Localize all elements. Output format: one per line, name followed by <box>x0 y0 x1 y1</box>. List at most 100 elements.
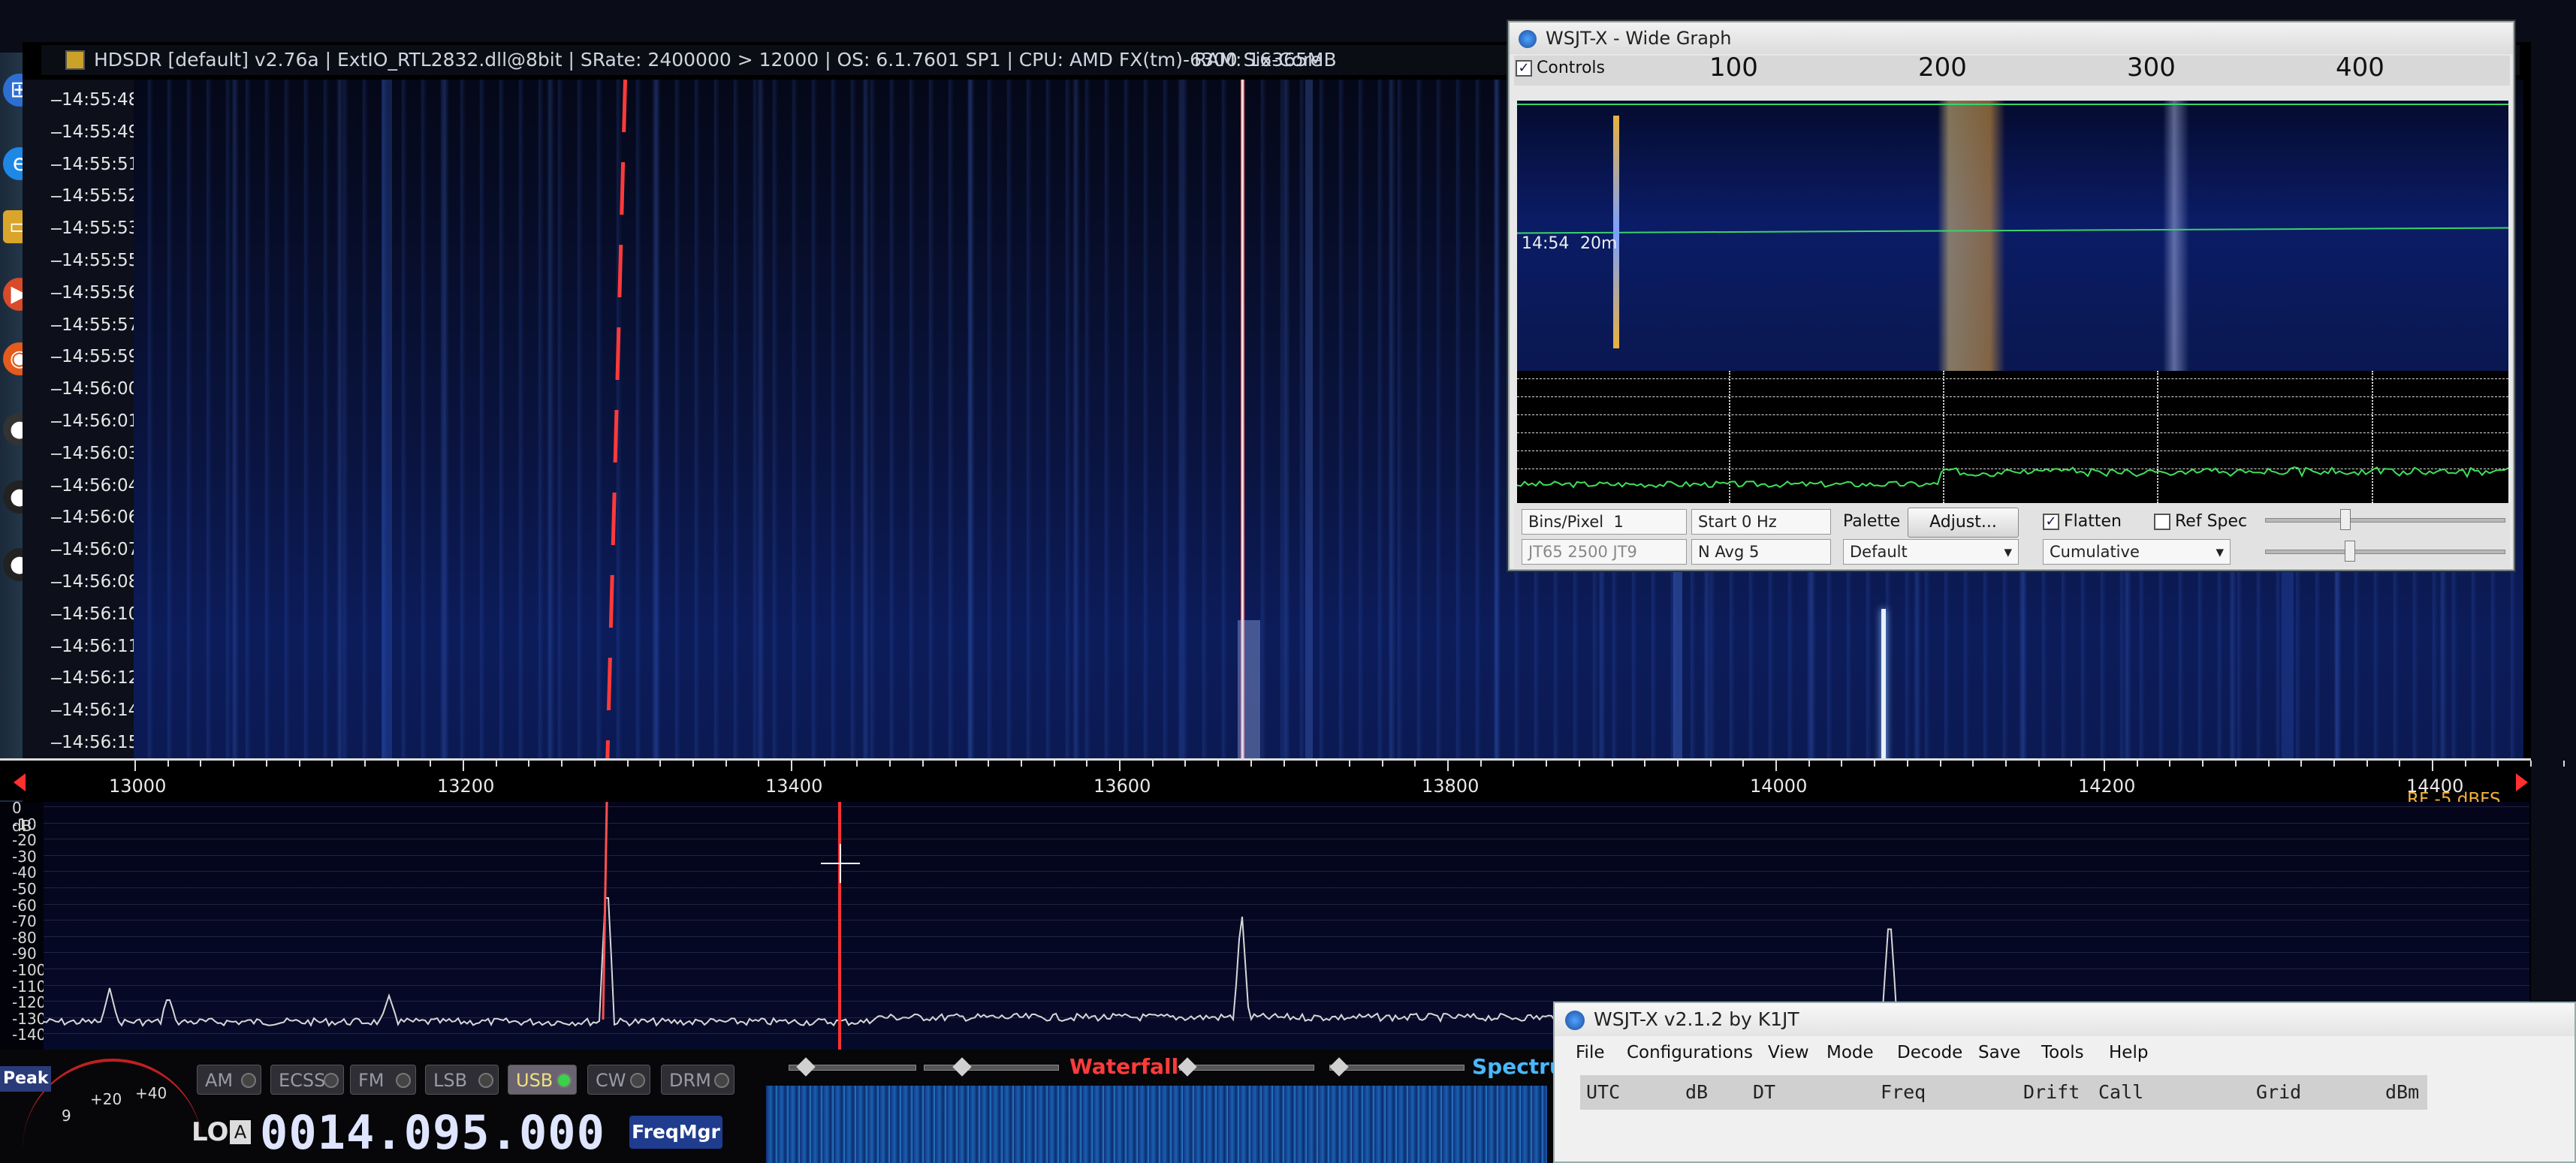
menu-file[interactable]: File <box>1576 1038 1605 1068</box>
frequency-minor-tick <box>2300 761 2303 767</box>
wide-graph-title: WSJT-X - Wide Graph <box>1546 28 1732 49</box>
db-scale-label: -70 <box>12 912 37 931</box>
frequency-minor-tick <box>758 761 760 767</box>
timestamp-tick <box>51 389 62 391</box>
smeter-label-9: 9 <box>62 1107 71 1125</box>
frequency-minor-tick <box>692 761 694 767</box>
audio-waterfall[interactable] <box>766 1086 1547 1163</box>
wide-graph-spectrum[interactable] <box>1517 371 2508 503</box>
db-scale-label: -60 <box>12 896 37 914</box>
menu-view[interactable]: View <box>1768 1038 1809 1068</box>
freqmgr-button[interactable]: FreqMgr <box>629 1116 722 1149</box>
timestamp-tick <box>51 517 62 520</box>
wide-graph-freq-label: 400 <box>2336 53 2384 83</box>
frequency-minor-tick <box>233 761 235 767</box>
zero-slider[interactable] <box>2265 550 2505 554</box>
frequency-tick-label: 13000 <box>109 776 167 797</box>
adjust-button[interactable]: Adjust... <box>1908 508 2019 538</box>
frequency-minor-tick <box>2004 761 2007 767</box>
wide-graph-titlebar[interactable]: WSJT-X - Wide Graph <box>1510 23 2513 54</box>
mode-button-usb[interactable]: USB <box>508 1065 577 1095</box>
slider-knob[interactable] <box>2340 509 2351 530</box>
carrier-trace <box>1881 609 1886 767</box>
frequency-minor-tick <box>1972 761 1974 767</box>
frequency-minor-tick <box>2464 761 2466 767</box>
mode-led-icon <box>324 1073 339 1088</box>
wide-graph-waterfall[interactable]: 14:54 20m <box>1517 101 2508 371</box>
mode-range-spinbox[interactable]: JT65 2500 JT9 <box>1522 539 1687 565</box>
wide-graph-window: WSJT-X - Wide Graph ✓ Controls 100 200 300 4… <box>1508 21 2514 571</box>
spectrum-slider[interactable] <box>1179 1065 1314 1071</box>
frequency-minor-tick <box>430 761 432 767</box>
frequency-minor-tick <box>1381 761 1383 767</box>
spectrum-slider[interactable] <box>1329 1065 1464 1071</box>
mode-button-lsb[interactable]: LSB <box>425 1065 499 1095</box>
ref-spec-checkbox[interactable] <box>2154 514 2170 530</box>
frequency-minor-tick <box>1184 761 1187 767</box>
mode-button-drm[interactable]: DRM <box>661 1065 734 1095</box>
period-line <box>1517 227 2508 234</box>
spectrum-mode-dropdown[interactable]: Cumulative ▾ <box>2043 539 2231 565</box>
mode-label: USB <box>516 1070 554 1091</box>
timestamp-tick <box>51 164 62 166</box>
menu-decode[interactable]: Decode <box>1897 1038 1962 1068</box>
frequency-minor-tick <box>1513 761 1515 767</box>
frequency-minor-tick <box>1250 761 1252 767</box>
marker-line <box>602 802 608 1020</box>
db-scale-label: -120 <box>12 993 47 1012</box>
peak-button[interactable]: Peak <box>0 1066 51 1092</box>
flatten-toggle[interactable]: ✓ Flatten <box>2043 512 2122 531</box>
frequency-minor-tick <box>495 761 497 767</box>
menu-mode[interactable]: Mode <box>1826 1038 1874 1068</box>
frequency-minor-tick <box>1709 761 1712 767</box>
frequency-minor-tick <box>1348 761 1350 767</box>
db-scale-label: -140 <box>12 1026 47 1044</box>
flatten-checkbox[interactable]: ✓ <box>2043 514 2059 530</box>
frequency-minor-tick <box>1414 761 1416 767</box>
menu-tools[interactable]: Tools <box>2041 1038 2084 1068</box>
frequency-minor-tick <box>265 761 267 767</box>
controls-checkbox[interactable]: ✓ <box>1516 60 1532 77</box>
frequency-tick-label: 13200 <box>437 776 495 797</box>
scroll-left-icon[interactable] <box>14 773 26 791</box>
frequency-tick-label: 13800 <box>1422 776 1480 797</box>
frequency-minor-tick <box>2038 761 2040 767</box>
ref-spec-label: Ref Spec <box>2175 512 2248 531</box>
mode-button-ecss[interactable]: ECSS <box>270 1065 344 1095</box>
mode-button-fm[interactable]: FM <box>350 1065 416 1095</box>
vfo-ab-button[interactable]: A <box>230 1120 251 1144</box>
wide-graph-freq-label: 100 <box>1709 53 1758 83</box>
cumulative-trace <box>1517 466 2508 489</box>
slider-knob[interactable] <box>2345 541 2355 562</box>
lo-frequency-display[interactable]: 0014.095.000 <box>260 1105 605 1160</box>
menu-help[interactable]: Help <box>2109 1038 2148 1068</box>
n-avg-spinbox[interactable]: N Avg 5 <box>1691 539 1831 565</box>
gain-slider[interactable] <box>2265 518 2505 523</box>
bins-per-pixel-spinbox[interactable]: Bins/Pixel 1 <box>1522 509 1687 535</box>
mode-button-am[interactable]: AM <box>197 1065 261 1095</box>
frequency-minor-tick <box>2202 761 2204 767</box>
mode-led-icon <box>478 1073 493 1088</box>
menu-configurations[interactable]: Configurations <box>1627 1038 1753 1068</box>
start-freq-spinbox[interactable]: Start 0 Hz <box>1691 509 1831 535</box>
frequency-axis[interactable]: 13000 13200 13400 13600 13800 14000 14200 14400… <box>0 758 2565 800</box>
db-scale-label: -100 <box>12 961 47 979</box>
db-grid-line <box>44 952 2529 954</box>
ref-spec-toggle[interactable]: Ref Spec <box>2154 512 2247 531</box>
frequency-tick-label: 13400 <box>765 776 823 797</box>
controls-toggle[interactable]: ✓ Controls <box>1516 59 1605 77</box>
frequency-minor-tick <box>626 761 629 767</box>
menu-save[interactable]: Save <box>1978 1038 2020 1068</box>
frequency-tick <box>791 761 792 771</box>
scroll-right-icon[interactable] <box>2516 773 2528 791</box>
chevron-down-icon: ▾ <box>2004 543 2012 561</box>
mode-active-led-icon <box>557 1073 572 1088</box>
waterfall-slider[interactable] <box>924 1065 1059 1071</box>
mode-button-cw[interactable]: CW <box>587 1065 650 1095</box>
wsjtx-titlebar[interactable]: WSJT-X v2.1.2 by K1JT <box>1555 1003 2574 1036</box>
timestamp-tick <box>51 550 62 552</box>
timestamp-tick <box>51 453 62 455</box>
desktop: ⊞ e ▭ ▶ ◉ ● ● ● HDSDR [default] v2.76a |… <box>0 0 2576 1163</box>
frequency-minor-tick <box>2234 761 2237 767</box>
palette-dropdown[interactable]: Default ▾ <box>1843 539 2019 565</box>
